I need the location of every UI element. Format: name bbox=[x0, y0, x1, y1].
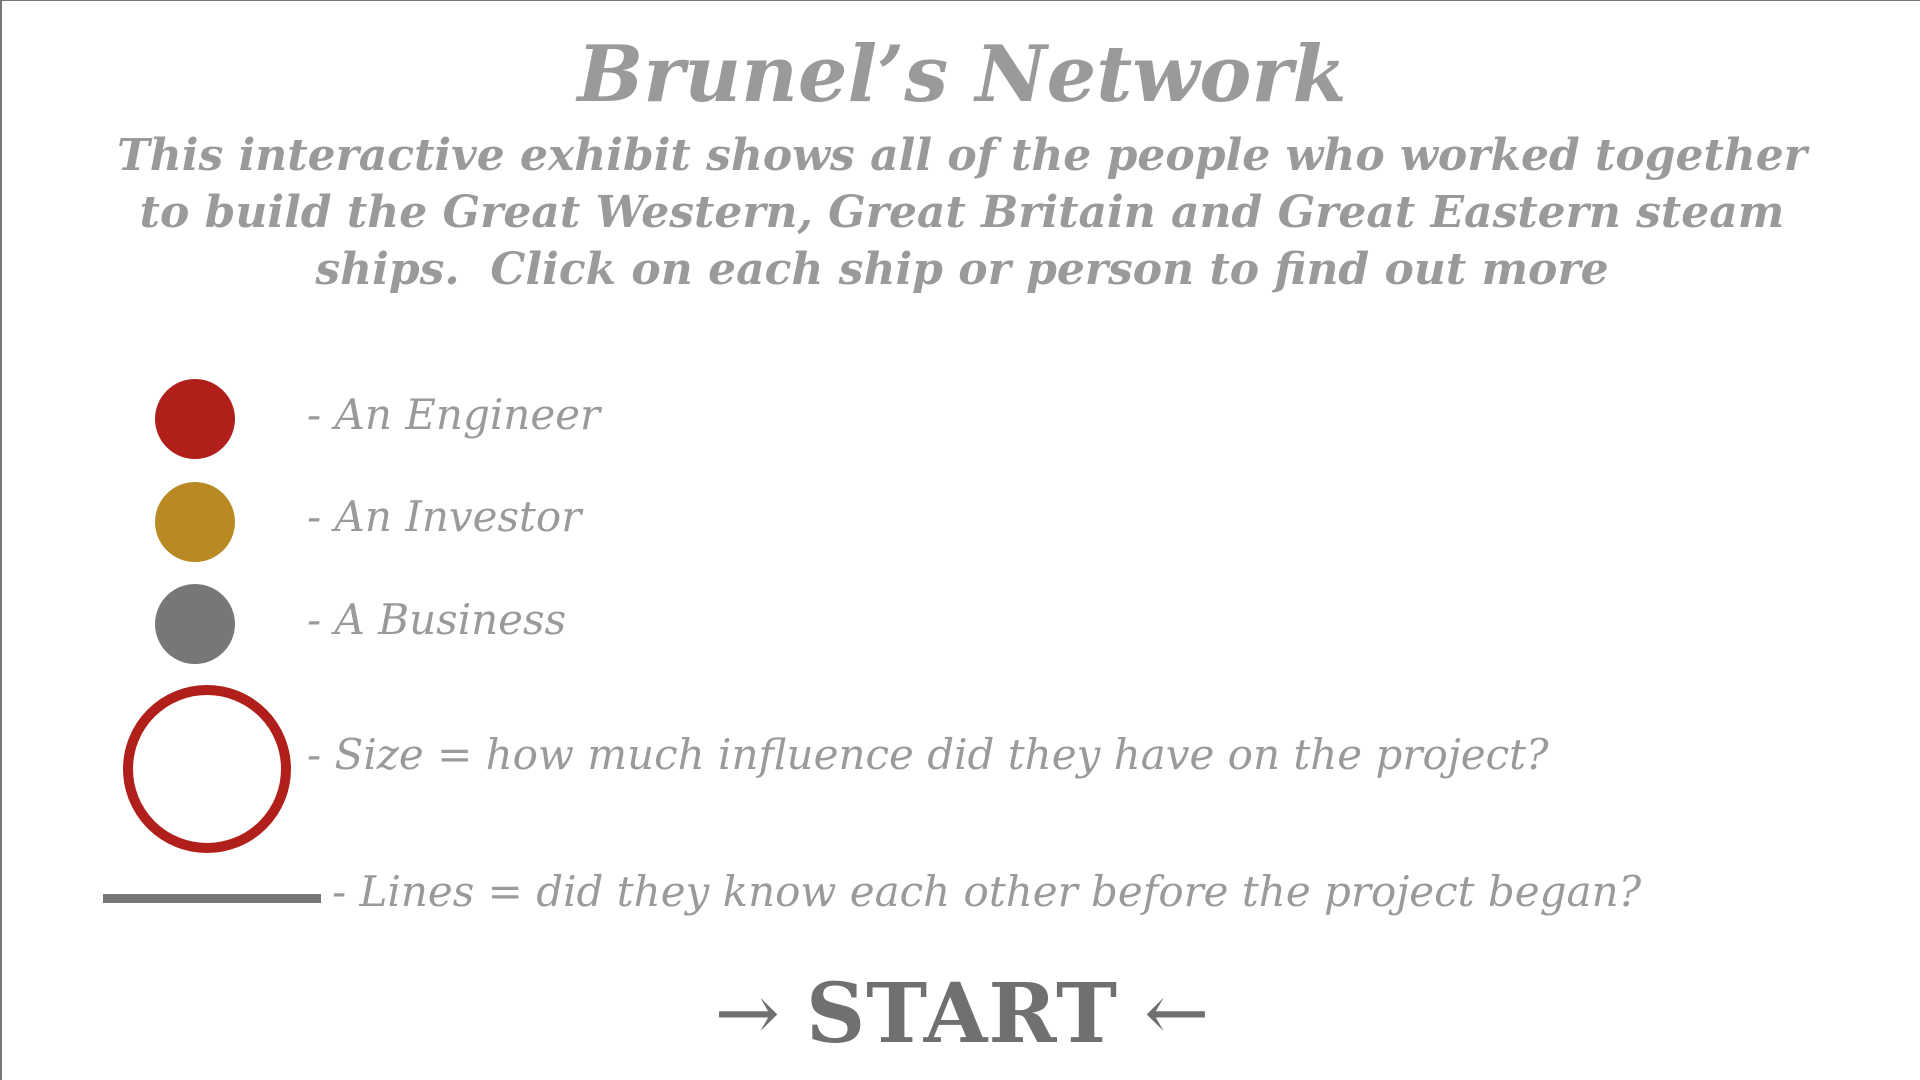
intro-line: This interactive exhibit shows all of th… bbox=[117, 130, 1807, 181]
size-legend-ring bbox=[123, 685, 291, 853]
lines-legend-line bbox=[103, 894, 321, 903]
intro-line: to build the Great Western, Great Britai… bbox=[139, 187, 1785, 238]
investor-legend-label: - An Investor bbox=[307, 492, 582, 541]
start-button-label: START bbox=[805, 965, 1119, 1062]
business-legend-label: - A Business bbox=[307, 595, 567, 644]
investor-legend-dot bbox=[155, 482, 235, 562]
arrow-right-icon: → bbox=[714, 968, 780, 1059]
intro-line: ships. Click on each ship or person to f… bbox=[315, 244, 1609, 295]
start-button[interactable]: → START ← bbox=[2, 963, 1920, 1063]
engineer-legend-dot bbox=[155, 379, 235, 459]
intro-text: This interactive exhibit shows all of th… bbox=[102, 127, 1822, 298]
engineer-legend-label: - An Engineer bbox=[307, 390, 601, 439]
exhibit-intro-screen: Brunel’s Network This interactive exhibi… bbox=[0, 0, 1920, 1080]
size-legend-label: - Size = how much influence did they hav… bbox=[307, 730, 1549, 779]
business-legend-dot bbox=[155, 584, 235, 664]
page-title: Brunel’s Network bbox=[577, 29, 1347, 120]
lines-legend-label: - Lines = did they know each other befor… bbox=[332, 867, 1642, 916]
arrow-left-icon: ← bbox=[1144, 968, 1210, 1059]
